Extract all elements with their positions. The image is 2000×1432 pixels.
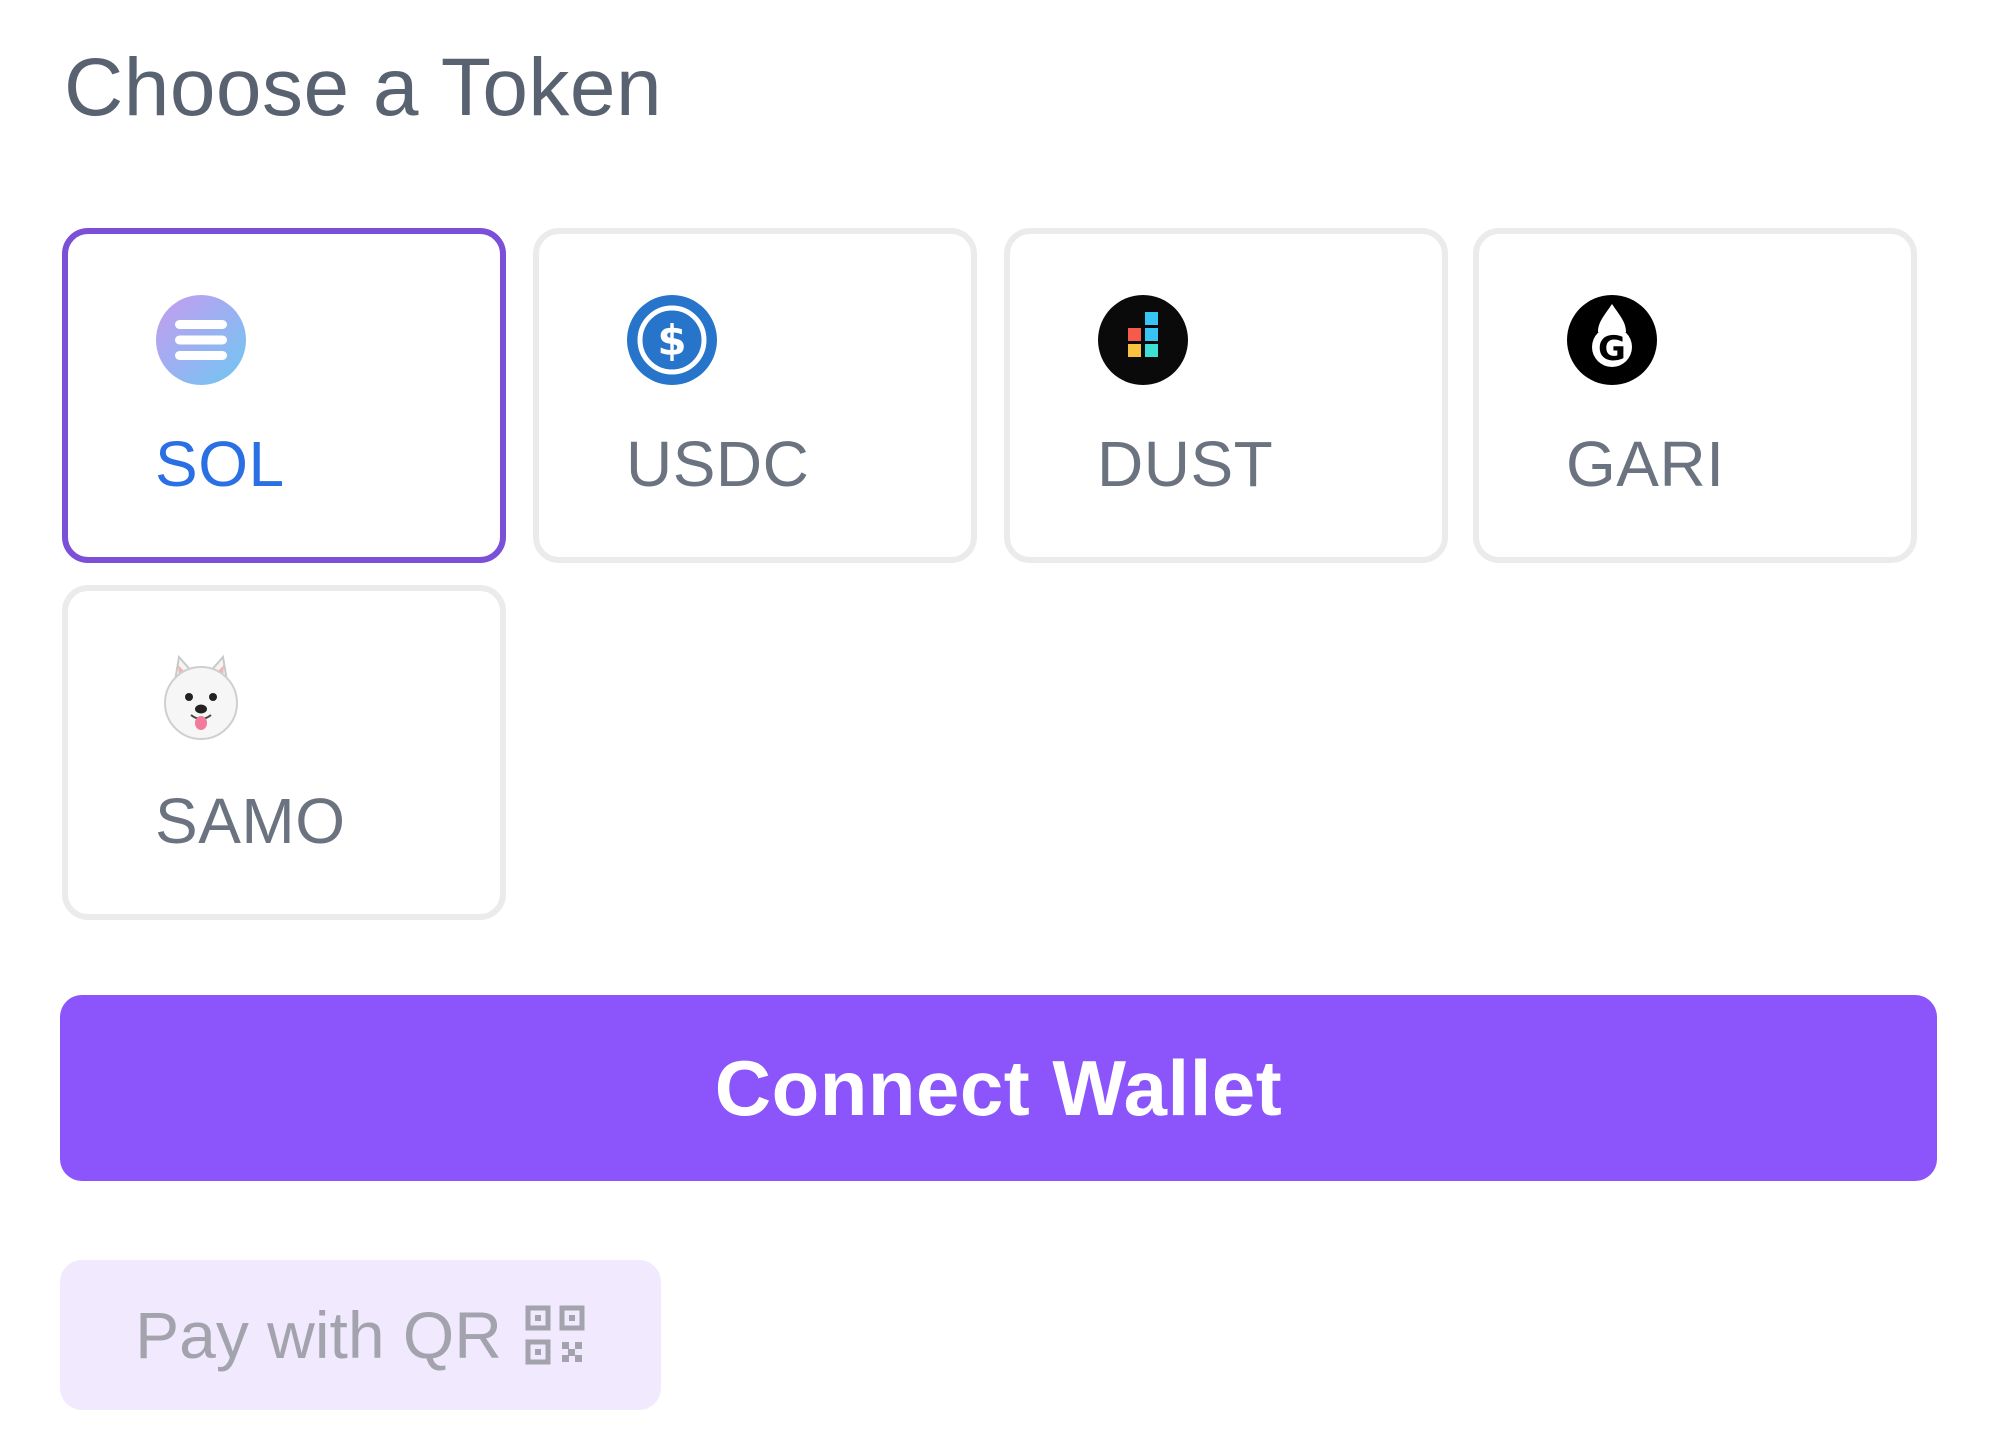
- token-option-usdc[interactable]: $ USDC: [533, 228, 977, 563]
- pay-with-qr-label: Pay with QR: [135, 1298, 502, 1372]
- token-option-sol[interactable]: SOL: [62, 228, 506, 563]
- svg-text:$: $: [657, 316, 686, 365]
- token-label-gari: GARI: [1566, 428, 1725, 500]
- token-option-samo[interactable]: SAMO: [62, 585, 506, 920]
- qr-code-icon: [524, 1304, 586, 1366]
- page-title: Choose a Token: [64, 42, 663, 133]
- token-label-dust: DUST: [1097, 428, 1274, 500]
- pay-with-qr-button[interactable]: Pay with QR: [60, 1260, 661, 1410]
- sol-icon: [155, 294, 247, 386]
- token-option-gari[interactable]: G GARI: [1473, 228, 1917, 563]
- usdc-icon: $: [626, 294, 718, 386]
- svg-text:G: G: [1598, 329, 1626, 369]
- gari-icon: G: [1566, 294, 1658, 386]
- samo-icon: [155, 651, 247, 743]
- token-label-usdc: USDC: [626, 428, 810, 500]
- token-option-dust[interactable]: DUST: [1004, 228, 1448, 563]
- token-label-samo: SAMO: [155, 785, 346, 857]
- connect-wallet-button[interactable]: Connect Wallet: [60, 995, 1937, 1181]
- dust-icon: [1097, 294, 1189, 386]
- token-label-sol: SOL: [155, 428, 285, 500]
